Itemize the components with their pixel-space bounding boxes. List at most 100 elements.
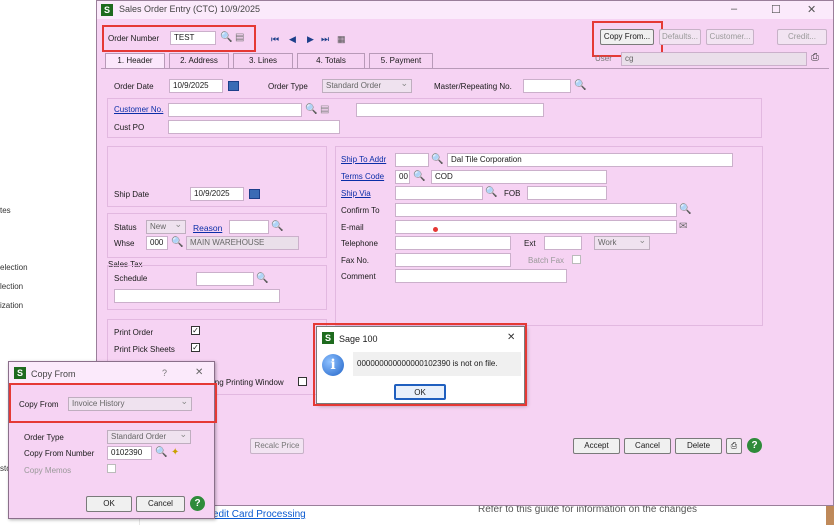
search-icon[interactable]: 🔍	[171, 237, 183, 249]
defaults-button[interactable]: Defaults...	[659, 29, 701, 45]
ship-to-code-input[interactable]	[395, 153, 429, 167]
cancel-button[interactable]: Cancel	[136, 496, 185, 512]
recalc-price-button[interactable]: Recalc Price	[250, 438, 304, 454]
sage-app-icon: S	[14, 367, 26, 379]
search-icon[interactable]: 🔍	[574, 80, 586, 92]
search-icon[interactable]: 🔍	[431, 154, 443, 166]
cust-po-input[interactable]	[168, 120, 340, 134]
search-icon[interactable]: 🔍	[413, 171, 425, 183]
tab-payment[interactable]: 5. Payment	[369, 53, 433, 68]
help-icon[interactable]: ?	[162, 368, 167, 378]
terms-code-input[interactable]: 00	[395, 170, 410, 184]
order-date-input[interactable]: 10/9/2025	[169, 79, 223, 93]
wand-icon[interactable]: ✦	[171, 447, 179, 459]
ship-date-input[interactable]: 10/9/2025	[190, 187, 244, 201]
previous-record-icon[interactable]: ◀	[289, 34, 296, 45]
tab-totals[interactable]: 4. Totals	[297, 53, 365, 68]
highlight-copy-from-select	[9, 383, 217, 423]
tab-number: 1.	[117, 56, 125, 65]
tab-lines[interactable]: 3. Lines	[233, 53, 293, 68]
envelope-icon[interactable]: ✉	[679, 221, 687, 233]
order-type-label: Order Type	[24, 433, 64, 442]
bg-text: tes	[0, 206, 11, 215]
status-select[interactable]: New	[146, 218, 186, 234]
search-icon[interactable]: 🔍	[155, 447, 167, 459]
print-button[interactable]: ⎙	[726, 438, 742, 454]
search-icon[interactable]: 🔍	[256, 273, 268, 285]
minimize-button[interactable]: –	[731, 3, 737, 15]
highlight-message-dialog	[313, 323, 527, 406]
tab-address[interactable]: 2. Address	[169, 53, 229, 68]
accept-button[interactable]: Accept	[573, 438, 620, 454]
tab-label: Header	[126, 56, 153, 65]
reason-input[interactable]	[229, 220, 269, 234]
printing-window-label: ing Printing Window	[213, 378, 284, 387]
copy-memos-checkbox[interactable]	[107, 464, 116, 473]
fax-label: Fax No.	[341, 256, 370, 265]
calendar-lookup-icon[interactable]: ▦	[337, 34, 346, 45]
document-lookup-icon[interactable]: ▤	[320, 104, 329, 116]
ship-to-label[interactable]: Ship To Addr	[341, 155, 386, 164]
order-type-select[interactable]: Standard Order	[107, 428, 191, 444]
customer-button[interactable]: Customer...	[706, 29, 754, 45]
tab-number: 5.	[380, 56, 388, 65]
close-button[interactable]: ✕	[195, 367, 203, 378]
batch-fax-checkbox[interactable]	[572, 255, 581, 264]
whse-code-input[interactable]: 000	[146, 236, 168, 250]
cancel-button[interactable]: Cancel	[624, 438, 671, 454]
maximize-button[interactable]: ☐	[771, 3, 781, 16]
ext-label: Ext	[524, 239, 536, 248]
printer-icon[interactable]: ⎙	[811, 52, 819, 64]
telephone-input[interactable]	[395, 236, 511, 250]
confirm-to-input[interactable]	[395, 203, 677, 217]
tab-number: 3.	[248, 56, 256, 65]
customer-no-input[interactable]	[168, 103, 302, 117]
ok-button[interactable]: OK	[86, 496, 132, 512]
email-label: E-mail	[341, 223, 364, 232]
next-record-icon[interactable]: ▶	[307, 34, 314, 45]
order-type-select[interactable]: Standard Order	[322, 77, 412, 93]
schedule-input[interactable]	[196, 272, 254, 286]
status-label: Status	[114, 223, 137, 232]
tab-label: Payment	[389, 56, 422, 65]
order-type-label: Order Type	[268, 82, 308, 91]
ship-to-name-field[interactable]: Dal Tile Corporation	[447, 153, 733, 167]
last-record-icon[interactable]: ⏭	[321, 34, 329, 45]
calendar-icon[interactable]	[228, 81, 239, 91]
ship-via-input[interactable]	[395, 186, 483, 200]
search-icon[interactable]: 🔍	[679, 204, 691, 216]
fob-input[interactable]	[527, 186, 607, 200]
copy-memos-label: Copy Memos	[24, 466, 72, 475]
fob-label: FOB	[504, 189, 521, 198]
terms-code-label[interactable]: Terms Code	[341, 172, 384, 181]
printer-icon: ⎙	[730, 441, 738, 450]
confirm-to-label: Confirm To	[341, 206, 380, 215]
ship-via-label[interactable]: Ship Via	[341, 189, 371, 198]
comment-input[interactable]	[395, 269, 567, 283]
master-repeating-input[interactable]	[523, 79, 571, 93]
dialog-title: Copy From	[31, 369, 76, 379]
printing-window-checkbox[interactable]	[298, 377, 307, 386]
search-icon[interactable]: 🔍	[305, 104, 317, 116]
print-order-checkbox[interactable]: ✓	[191, 326, 200, 335]
search-icon[interactable]: 🔍	[485, 187, 497, 199]
ext-input[interactable]	[544, 236, 582, 250]
print-pick-checkbox[interactable]: ✓	[191, 343, 200, 352]
copy-from-number-input[interactable]: 0102390	[107, 446, 152, 460]
help-icon[interactable]: ?	[190, 496, 205, 511]
customer-no-label[interactable]: Customer No.	[114, 105, 163, 114]
reason-link[interactable]: Reason	[193, 223, 222, 233]
credit-button[interactable]: Credit...	[777, 29, 827, 45]
fax-input[interactable]	[395, 253, 511, 267]
delete-button[interactable]: Delete	[675, 438, 722, 454]
help-icon[interactable]: ?	[747, 438, 762, 453]
tab-header[interactable]: 1. Header	[105, 53, 165, 68]
search-icon[interactable]: 🔍	[271, 221, 283, 233]
calendar-icon[interactable]	[249, 189, 260, 199]
first-record-icon[interactable]: ⏮	[271, 34, 279, 45]
customer-name-field[interactable]	[356, 103, 544, 117]
close-button[interactable]: ✕	[807, 3, 816, 16]
phone-type-select[interactable]: Work	[594, 234, 650, 250]
user-label: User	[595, 54, 612, 63]
cust-po-label: Cust PO	[114, 123, 145, 132]
